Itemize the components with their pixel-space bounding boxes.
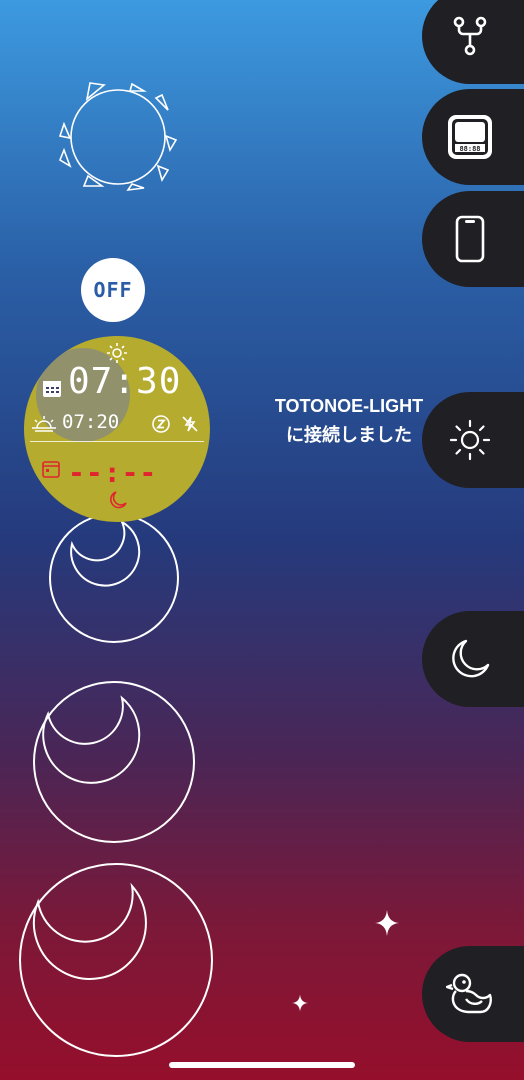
moon-small-icon <box>110 491 127 509</box>
branch-icon <box>453 16 487 56</box>
snooze-icon <box>152 415 170 433</box>
sidebar-tab-light[interactable] <box>422 392 524 488</box>
sparkle-icon <box>375 910 399 936</box>
clock-divider <box>30 441 204 442</box>
moon-decoration-medium <box>33 681 195 843</box>
calendar-red-icon <box>42 461 60 478</box>
moon-icon <box>452 639 490 678</box>
sparkle-icon <box>292 994 308 1012</box>
alarm-time: 07:30 <box>68 361 182 402</box>
sun-decoration <box>58 82 178 192</box>
clock-display[interactable]: 07:30 07:20 --:-- <box>24 336 210 522</box>
device-display-text: 88:88 <box>459 145 480 153</box>
bedtime-time: --:-- <box>68 456 158 489</box>
sidebar-tab-smartphone[interactable] <box>422 191 524 287</box>
home-indicator[interactable] <box>169 1062 355 1068</box>
connection-status-message: TOTONOE-LIGHTに接続しました <box>274 396 424 445</box>
clock-device-icon: 88:88 <box>448 115 492 159</box>
moon-decoration-small <box>49 513 179 643</box>
sidebar-tab-connection[interactable] <box>422 0 524 84</box>
sunrise-time: 07:20 <box>62 411 120 433</box>
vibration-off-icon <box>182 416 198 432</box>
power-off-button[interactable]: OFF <box>81 258 145 322</box>
moon-decoration-large <box>19 863 213 1057</box>
sidebar-tab-duck[interactable] <box>422 946 524 1042</box>
calendar-icon <box>43 381 61 397</box>
sunrise-icon <box>32 416 56 432</box>
sidebar-tab-clock-device[interactable]: 88:88 <box>422 89 524 185</box>
sun-icon <box>449 419 491 461</box>
duck-icon <box>446 973 492 1014</box>
sidebar-tab-night[interactable] <box>422 611 524 707</box>
smartphone-icon <box>455 215 485 263</box>
